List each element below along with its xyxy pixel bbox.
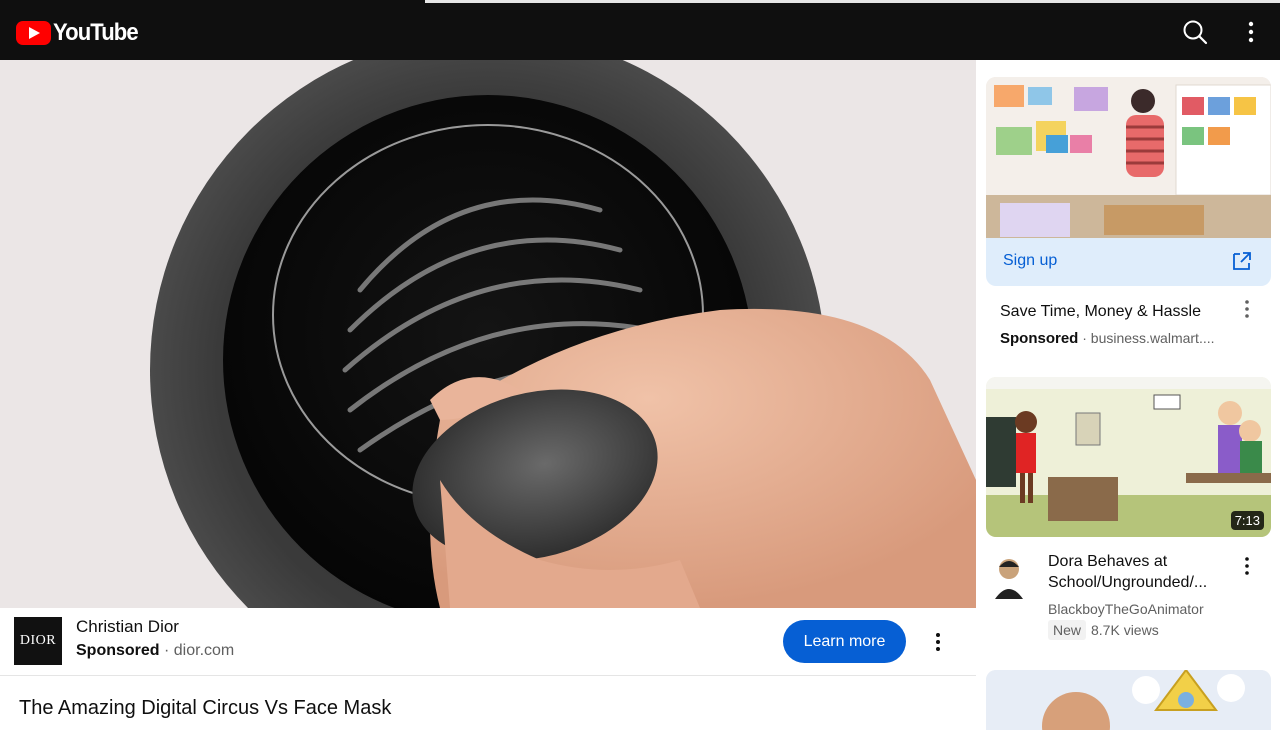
- sponsored-thumbnail: [986, 77, 1271, 238]
- more-vert-icon[interactable]: [1236, 17, 1266, 47]
- sponsored-card-domain: business.walmart....: [1090, 330, 1215, 346]
- sponsored-meta: Sponsored · business.walmart....: [1000, 330, 1215, 347]
- search-icon[interactable]: [1180, 17, 1210, 47]
- channel-name[interactable]: BlackboyTheGoAnimator: [1048, 601, 1204, 617]
- sponsored-card-label: Sponsored: [1000, 330, 1079, 347]
- video-title[interactable]: The Amazing Digital Circus Vs Face Mask: [19, 697, 391, 720]
- video-player[interactable]: [0, 60, 976, 608]
- next-video-thumbnail[interactable]: [986, 670, 1271, 730]
- youtube-logo[interactable]: YouTube: [16, 19, 145, 47]
- top-app-bar: YouTube: [0, 3, 1280, 60]
- video-thumbnail-image: [986, 377, 1271, 537]
- video-thumbnail[interactable]: 7:13: [986, 377, 1271, 537]
- ad-meta: Sponsored · dior.com: [76, 642, 235, 659]
- logo-text: YouTube: [53, 19, 139, 46]
- video-more-icon[interactable]: [1236, 555, 1258, 577]
- sponsored-title[interactable]: Save Time, Money & Hassle: [1000, 303, 1201, 321]
- advertiser-logo[interactable]: DIOR: [14, 617, 62, 665]
- external-link-icon[interactable]: [1231, 250, 1253, 272]
- advertiser-name: Christian Dior: [76, 617, 179, 636]
- video-duration: 7:13: [1230, 511, 1264, 530]
- sponsored-card[interactable]: Sign up: [986, 77, 1271, 286]
- next-thumbnail-image: [986, 670, 1271, 730]
- sponsored-label: Sponsored: [76, 642, 160, 659]
- signup-link[interactable]: Sign up: [1003, 252, 1057, 270]
- sponsored-more-icon[interactable]: [1236, 298, 1258, 320]
- youtube-play-icon: [16, 21, 51, 45]
- learn-more-button[interactable]: Learn more: [783, 620, 906, 663]
- channel-avatar[interactable]: [990, 553, 1028, 601]
- video-frame-mortar-pestle: [0, 60, 976, 608]
- ad-domain: dior.com: [173, 642, 235, 659]
- sidebar-video-title[interactable]: Dora Behaves at School/Ungrounded/...: [1048, 551, 1226, 593]
- ad-more-icon[interactable]: [926, 630, 950, 654]
- new-badge: New: [1048, 620, 1087, 640]
- view-count: 8.7K views: [1091, 622, 1159, 638]
